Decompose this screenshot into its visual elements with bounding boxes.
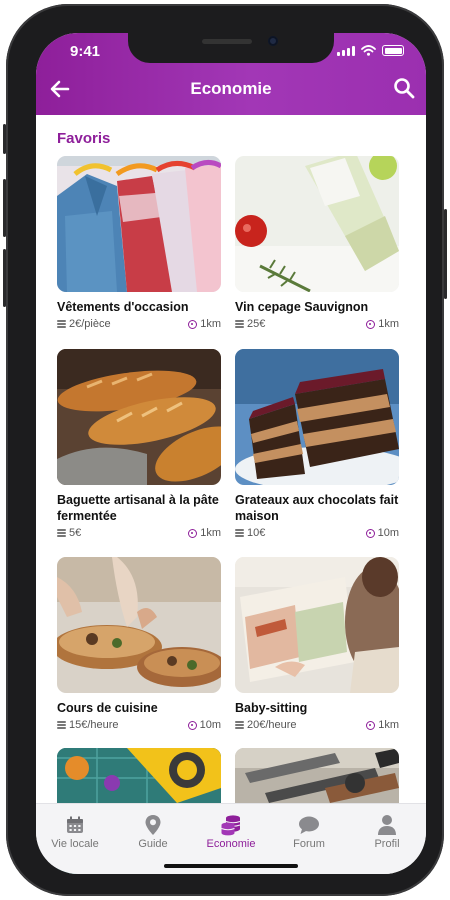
card-price: 20€/heure bbox=[247, 719, 297, 731]
coins-icon bbox=[57, 529, 66, 537]
favorite-card[interactable]: Vin cepage Sauvignon 25€ 1km bbox=[235, 156, 399, 330]
card-price: 25€ bbox=[247, 318, 266, 330]
card-title: Baby-sitting bbox=[235, 701, 308, 715]
phone-frame: 9:41 Economie Favoris Vêtements d'occasi… bbox=[3, 4, 447, 896]
battery-icon bbox=[382, 45, 404, 56]
calendar-icon bbox=[67, 816, 83, 833]
location-icon bbox=[366, 720, 376, 730]
favorite-card[interactable]: Baby-sitting 20€/heure 1km bbox=[235, 557, 399, 731]
volume-up-button bbox=[3, 179, 6, 237]
person-icon bbox=[378, 815, 396, 835]
notch bbox=[128, 33, 334, 63]
card-distance: 1km bbox=[200, 527, 221, 539]
coins-icon bbox=[235, 529, 244, 537]
search-icon[interactable] bbox=[392, 76, 416, 100]
card-meta: 20€/heure 1km bbox=[235, 719, 399, 731]
coins-icon bbox=[57, 721, 66, 729]
tab-vie-locale[interactable]: Vie locale bbox=[36, 812, 114, 850]
power-button bbox=[444, 209, 447, 299]
card-title: Baguette artisanal à la pâte fermentée bbox=[57, 493, 219, 523]
card-distance: 1km bbox=[378, 719, 399, 731]
tab-label: Guide bbox=[138, 838, 168, 850]
card-meta: 10€ 10m bbox=[235, 527, 399, 539]
card-title: Vêtements d'occasion bbox=[57, 300, 189, 314]
coins-icon bbox=[235, 721, 244, 729]
favorite-card[interactable]: Grateaux aux chocolats fait maison 10€ 1… bbox=[235, 349, 399, 539]
status-icons bbox=[337, 45, 404, 56]
card-meta: 15€/heure 10m bbox=[57, 719, 221, 731]
tab-label: Profil bbox=[374, 838, 400, 850]
tab-label: Economie bbox=[206, 838, 256, 850]
favorite-card[interactable]: Baguette artisanal à la pâte fermentée 5… bbox=[57, 349, 221, 539]
page-title: Economie bbox=[190, 79, 272, 98]
status-time: 9:41 bbox=[70, 43, 101, 60]
silent-switch bbox=[3, 124, 6, 154]
card-distance: 10m bbox=[377, 527, 399, 539]
location-icon bbox=[366, 319, 376, 329]
card-image-cooking bbox=[57, 557, 221, 693]
location-icon bbox=[365, 528, 375, 538]
favorite-card[interactable]: Vêtements d'occasion 2€/pièce 1km bbox=[57, 156, 221, 330]
card-meta: 2€/pièce 1km bbox=[57, 318, 221, 330]
coins-icon bbox=[221, 815, 241, 836]
coins-icon bbox=[57, 320, 66, 328]
tab-label: Vie locale bbox=[51, 838, 99, 850]
card-distance: 1km bbox=[378, 318, 399, 330]
card-image-baguette bbox=[57, 349, 221, 485]
screen: 9:41 Economie Favoris Vêtements d'occasi… bbox=[36, 33, 426, 874]
tab-economie[interactable]: Economie bbox=[192, 812, 270, 850]
card-price: 5€ bbox=[69, 527, 82, 539]
signal-icon bbox=[337, 46, 355, 56]
card-price: 15€/heure bbox=[69, 719, 119, 731]
volume-down-button bbox=[3, 249, 6, 307]
card-price: 2€/pièce bbox=[69, 318, 111, 330]
card-distance: 1km bbox=[200, 318, 221, 330]
card-image-babysitting bbox=[235, 557, 399, 693]
card-image-cake bbox=[235, 349, 399, 485]
tab-label: Forum bbox=[293, 838, 325, 850]
location-icon bbox=[188, 319, 198, 329]
wifi-icon bbox=[361, 45, 376, 56]
coins-icon bbox=[235, 320, 244, 328]
card-title: Vin cepage Sauvignon bbox=[235, 300, 369, 314]
tab-forum[interactable]: Forum bbox=[270, 812, 348, 850]
camera bbox=[268, 36, 278, 46]
card-image-clothes bbox=[57, 156, 221, 292]
card-meta: 5€ 1km bbox=[57, 527, 221, 539]
map-pin-icon bbox=[145, 815, 161, 835]
location-icon bbox=[188, 528, 198, 538]
tab-guide[interactable]: Guide bbox=[114, 812, 192, 850]
chat-icon bbox=[299, 816, 319, 834]
card-title: Cours de cuisine bbox=[57, 701, 158, 715]
favorite-card[interactable]: Cours de cuisine 15€/heure 10m bbox=[57, 557, 221, 731]
home-indicator[interactable] bbox=[164, 864, 298, 868]
card-image-wine bbox=[235, 156, 399, 292]
tab-profil[interactable]: Profil bbox=[348, 812, 426, 850]
card-price: 10€ bbox=[247, 527, 266, 539]
card-meta: 25€ 1km bbox=[235, 318, 399, 330]
card-distance: 10m bbox=[199, 719, 221, 731]
location-icon bbox=[187, 720, 197, 730]
section-title-favoris: Favoris bbox=[57, 130, 111, 147]
speaker bbox=[202, 39, 252, 44]
card-title: Grateaux aux chocolats fait maison bbox=[235, 493, 399, 523]
